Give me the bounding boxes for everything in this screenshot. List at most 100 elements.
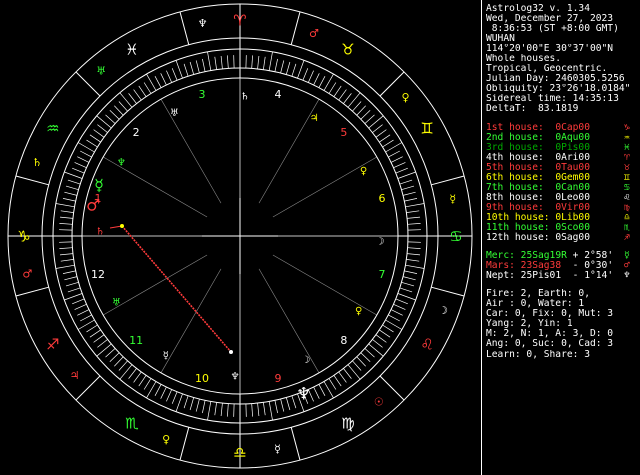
app-title: Astrolog32 v. 1.34	[486, 4, 590, 14]
house-ruler-icon: ♄	[96, 227, 105, 238]
degree-tick	[285, 61, 291, 75]
house-ruler-icon: ♀	[360, 166, 367, 177]
degree-tick	[338, 371, 347, 383]
degree-tick	[405, 264, 425, 269]
degree-tick	[166, 389, 173, 402]
house-number-label: 8	[340, 334, 347, 347]
degree-tick	[80, 150, 92, 158]
chart-info-list: Wed, December 27, 2023 8:36:53 (ST +8:00…	[486, 14, 640, 114]
house-ruler-icon: ♀	[355, 306, 362, 317]
degree-tick	[154, 76, 162, 88]
degree-tick	[318, 384, 326, 396]
summary-line: Car: 0, Fix: 0, Mut: 3	[486, 309, 614, 320]
house-ruler-icon: ♆	[117, 157, 126, 168]
degree-tick	[195, 398, 200, 412]
degree-tick	[105, 114, 116, 124]
degree-tick	[404, 270, 418, 274]
planet-list: Merc: 25Sag19R + 2°58' ☿ Mars: 23Sag38 - 0…	[486, 251, 640, 281]
ruler-planet-icon: ♅	[96, 65, 106, 78]
degree-tick	[80, 314, 92, 322]
house-number-label: 2	[133, 126, 140, 139]
degree-tick	[214, 402, 217, 416]
element-summary-list: Fire: 2, Earth: 0, Air : 0, Water: 1 Car: …	[486, 289, 640, 359]
degree-tick	[257, 403, 260, 417]
house-ruler-icon: ☿	[163, 350, 169, 361]
house-cusp-row: 12th house: 0Sag00 ♐	[486, 232, 640, 244]
degree-tick	[280, 398, 285, 412]
degree-tick	[263, 56, 266, 70]
degree-tick	[207, 51, 212, 71]
degree-tick	[285, 397, 291, 411]
info-panel: Astrolog32 v. 1.34 Wed, December 27, 202…	[481, 0, 640, 475]
house-number-label: 6	[379, 192, 386, 205]
aspect-start-dot	[120, 224, 124, 228]
degree-tick	[333, 85, 342, 97]
sign-divider-line	[379, 71, 405, 97]
degree-tick	[97, 124, 108, 133]
degree-tick	[388, 150, 400, 158]
zodiac-sign-icon: ♐	[624, 232, 630, 244]
degree-tick	[64, 293, 83, 301]
degree-tick	[407, 253, 421, 256]
house-ruler-icon: ♆	[231, 372, 240, 383]
chart-info-line: WUHAN	[486, 34, 515, 45]
sign-divider-line	[15, 286, 49, 297]
degree-tick	[202, 58, 206, 72]
chart-info-line: 8:36:53 (ST +8:00 GMT)	[486, 24, 619, 35]
degree-tick	[406, 259, 420, 262]
zodiac-sign-icon: ♊	[420, 119, 433, 137]
degree-tick	[160, 73, 167, 86]
ruler-planet-icon: ☉	[374, 395, 384, 408]
degree-tick	[372, 339, 383, 348]
degree-tick	[291, 63, 297, 77]
degree-tick	[118, 360, 128, 371]
degree-tick	[67, 179, 81, 185]
degree-tick	[114, 356, 124, 367]
neptune-icon: ♆	[296, 385, 311, 405]
degree-tick	[109, 110, 120, 120]
planet-icon: ♆	[624, 270, 630, 282]
degree-tick	[93, 334, 105, 343]
degree-tick	[338, 89, 347, 101]
degree-tick	[143, 378, 152, 390]
planet-row: Nept: 25Pis01 - 1°14' ♆	[486, 271, 640, 281]
degree-tick	[64, 171, 83, 179]
degree-tick	[74, 162, 87, 169]
degree-tick	[72, 298, 85, 305]
degree-tick	[263, 402, 266, 416]
degree-tick	[166, 70, 173, 83]
summary-line: Yang: 2, Yin: 1	[486, 319, 573, 330]
zodiac-sign-icon: ♉	[341, 40, 354, 58]
degree-tick	[160, 386, 167, 399]
sign-divider-line	[179, 11, 190, 45]
degree-tick	[202, 400, 206, 414]
chart-info-line: Wed, December 27, 2023	[486, 14, 614, 25]
house-number-label: 11	[129, 334, 143, 347]
ruler-planet-icon: ☽	[438, 304, 448, 317]
degree-tick	[379, 329, 391, 338]
degree-tick	[307, 70, 314, 83]
degree-tick	[189, 397, 195, 411]
degree-tick	[220, 403, 223, 417]
degree-tick	[274, 400, 278, 414]
degree-tick	[407, 223, 421, 225]
planet-position: 25Pis01	[520, 270, 562, 282]
degree-tick	[352, 360, 362, 371]
degree-tick	[55, 264, 75, 269]
ruler-planet-icon: ♀	[401, 91, 409, 104]
house-ruler-icon: ♅	[170, 108, 179, 119]
zodiac-sign-icon: ♈	[233, 11, 246, 29]
degree-tick	[393, 303, 406, 310]
house-number-label: 4	[275, 88, 282, 101]
degree-tick	[118, 101, 128, 112]
planet-name: Nept:	[486, 270, 515, 282]
degree-tick	[97, 339, 108, 348]
zodiac-sign-icon: ♌	[420, 335, 433, 353]
degree-tick	[328, 82, 337, 94]
chart-info-line: Sidereal time: 14:35:13	[486, 94, 619, 105]
degree-tick	[268, 51, 273, 71]
degree-tick	[89, 329, 101, 338]
degree-tick	[59, 247, 73, 249]
ruler-planet-icon: ♄	[32, 156, 42, 169]
degree-tick	[360, 352, 371, 362]
